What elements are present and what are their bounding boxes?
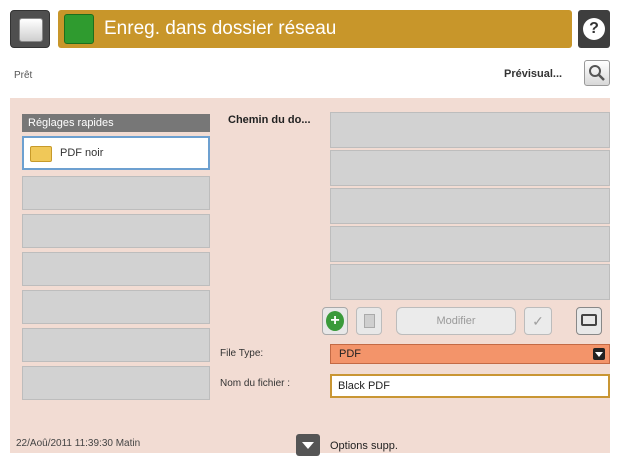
path-row[interactable] xyxy=(330,264,610,300)
path-label: Chemin du do... xyxy=(228,114,311,126)
address-book-button[interactable] xyxy=(576,307,602,335)
add-path-button[interactable]: + xyxy=(322,307,348,335)
home-icon xyxy=(19,18,43,42)
home-button[interactable] xyxy=(10,10,50,48)
more-options-button[interactable] xyxy=(296,434,320,456)
magnifier-icon xyxy=(589,65,605,81)
quick-set-item[interactable] xyxy=(22,252,210,286)
plus-icon: + xyxy=(326,311,344,331)
quick-sets-header: Réglages rapides xyxy=(22,114,210,132)
file-name-input[interactable] xyxy=(330,374,610,398)
quick-set-item[interactable] xyxy=(22,214,210,248)
chevron-down-icon xyxy=(593,348,605,360)
file-type-value: PDF xyxy=(339,348,361,360)
header: Enreg. dans dossier réseau ? xyxy=(10,10,610,48)
start-icon[interactable] xyxy=(64,14,94,44)
help-button[interactable]: ? xyxy=(578,10,610,48)
path-row[interactable] xyxy=(330,188,610,224)
quick-set-item[interactable] xyxy=(22,176,210,210)
quick-set-label: PDF noir xyxy=(60,147,104,159)
file-name-label: Nom du fichier : xyxy=(220,378,291,389)
file-type-select[interactable]: PDF xyxy=(330,344,610,364)
title-bar: Enreg. dans dossier réseau xyxy=(58,10,572,48)
date-time: 22/Aoû/2011 11:39:30 Matin xyxy=(16,438,141,449)
preview-button[interactable] xyxy=(584,60,610,86)
quick-set-item[interactable] xyxy=(22,328,210,362)
book-icon xyxy=(581,314,597,326)
page-title: Enreg. dans dossier réseau xyxy=(104,18,337,39)
path-row[interactable] xyxy=(330,112,610,148)
quick-set-item[interactable] xyxy=(22,290,210,324)
file-type-label: File Type: xyxy=(220,348,264,359)
preview-label: Prévisual... xyxy=(504,68,563,80)
folder-icon xyxy=(30,146,52,162)
status-text: Prêt xyxy=(14,70,33,81)
help-icon: ? xyxy=(583,18,605,40)
more-options-label[interactable]: Options supp. xyxy=(330,440,398,452)
check-button[interactable]: ✓ xyxy=(524,307,552,335)
path-row[interactable] xyxy=(330,226,610,262)
delete-path-button[interactable] xyxy=(356,307,382,335)
main-panel: Réglages rapides PDF noir Chemin du do..… xyxy=(10,98,610,453)
quick-set-item[interactable]: PDF noir xyxy=(22,136,210,170)
path-row[interactable] xyxy=(330,150,610,186)
quick-set-item[interactable] xyxy=(22,366,210,400)
trash-icon xyxy=(364,314,375,328)
modify-button[interactable]: Modifier xyxy=(396,307,516,335)
check-icon: ✓ xyxy=(532,313,544,329)
